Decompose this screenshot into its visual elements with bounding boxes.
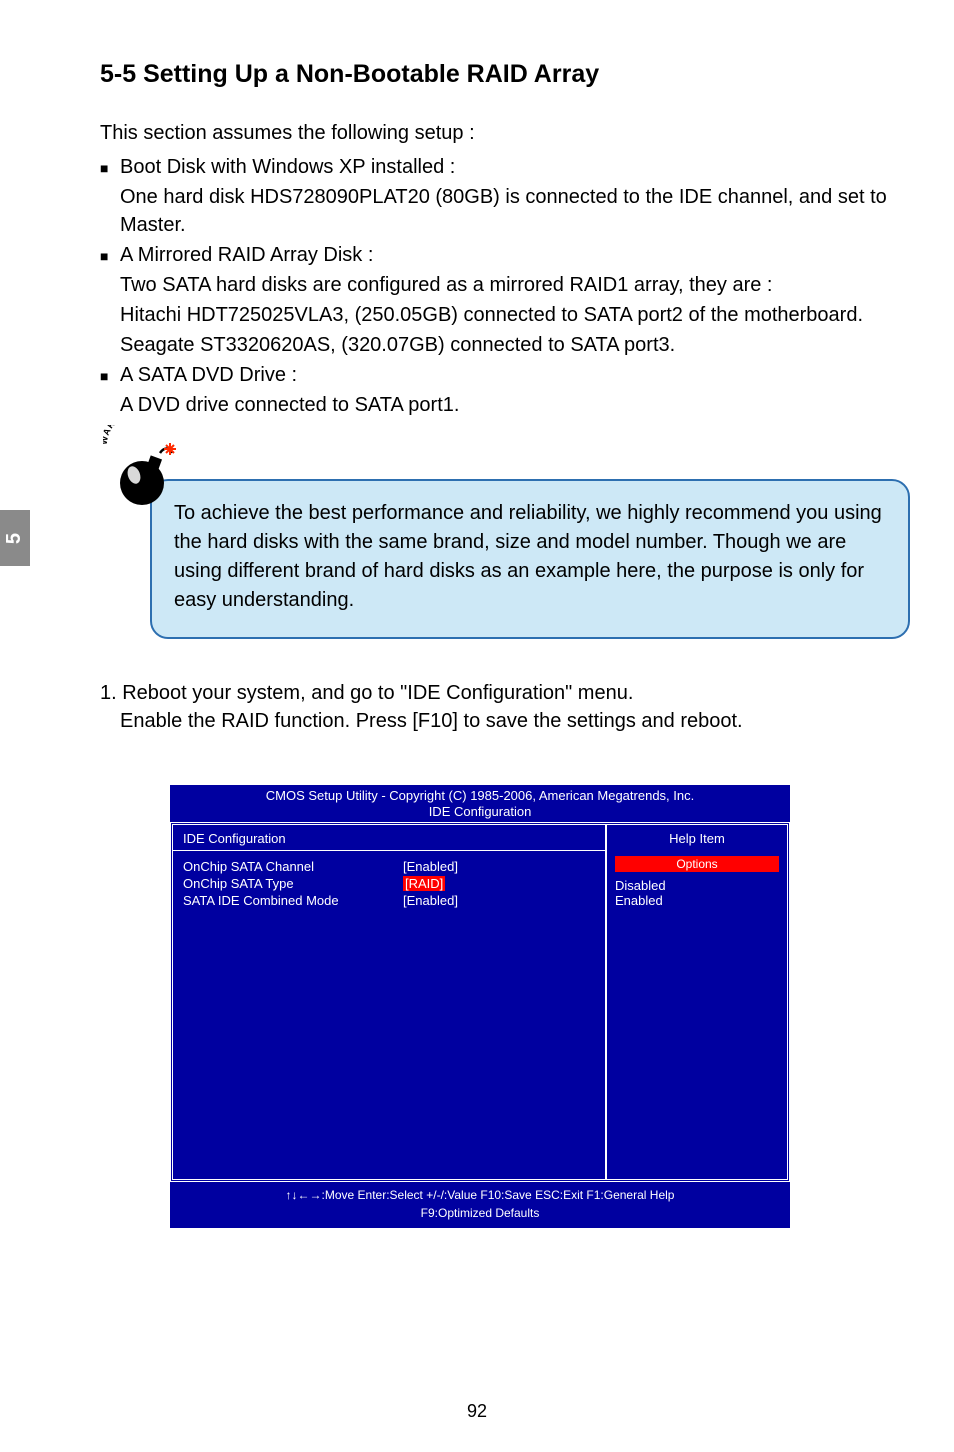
bomb-icon [112, 437, 182, 507]
bullet-line: Seagate ST3320620AS, (320.07GB) connecte… [120, 331, 900, 359]
page-content: 5-5 Setting Up a Non-Bootable RAID Array… [100, 60, 900, 1228]
bullet-line: Two SATA hard disks are configured as a … [120, 271, 900, 299]
bios-footer-line1: ↑↓←→:Move Enter:Select +/-/:Value F10:Sa… [170, 1186, 790, 1204]
bullet-line: A DVD drive connected to SATA port1. [120, 391, 900, 419]
warning-callout: To achieve the best performance and reli… [150, 479, 910, 639]
step-1: 1. Reboot your system, and go to "IDE Co… [100, 679, 900, 707]
bios-divider [173, 850, 605, 851]
bullet-item: ■ A Mirrored RAID Array Disk : [100, 241, 900, 269]
page-number: 92 [0, 1401, 954, 1422]
bios-footer: ↑↓←→:Move Enter:Select +/-/:Value F10:Sa… [170, 1182, 790, 1228]
bios-setting-value-selected: [RAID] [403, 876, 445, 891]
bios-setting-row[interactable]: OnChip SATA Type [RAID] [183, 876, 595, 891]
bullet-head: A SATA DVD Drive : [120, 361, 900, 389]
bullet-line: Hitachi HDT725025VLA3, (250.05GB) connec… [120, 301, 900, 329]
bios-main-box: IDE Configuration OnChip SATA Channel [E… [170, 822, 790, 1182]
bios-setting-value: [Enabled] [403, 893, 458, 908]
bullet-line: One hard disk HDS728090PLAT20 (80GB) is … [120, 183, 900, 239]
section-heading: 5-5 Setting Up a Non-Bootable RAID Array [100, 60, 900, 89]
chapter-number: 5 [4, 532, 27, 543]
bullet-marker: ■ [100, 153, 120, 181]
intro-text: This section assumes the following setup… [100, 119, 900, 147]
chapter-side-tab: 5 [0, 510, 30, 566]
bios-right-panel: Help Item Options Disabled Enabled [607, 825, 787, 1179]
bullet-item: ■ A SATA DVD Drive : [100, 361, 900, 389]
bios-setting-value: [Enabled] [403, 859, 458, 874]
bullet-marker: ■ [100, 241, 120, 269]
bullet-item: ■ Boot Disk with Windows XP installed : [100, 153, 900, 181]
bios-footer-line2: F9:Optimized Defaults [170, 1204, 790, 1222]
bios-help-title: Help Item [615, 831, 779, 846]
bullet-head: Boot Disk with Windows XP installed : [120, 153, 900, 181]
bios-setting-label: SATA IDE Combined Mode [183, 893, 403, 908]
callout-text: To achieve the best performance and reli… [174, 502, 882, 611]
bios-setting-row[interactable]: SATA IDE Combined Mode [Enabled] [183, 893, 595, 908]
bullet-head: A Mirrored RAID Array Disk : [120, 241, 900, 269]
bios-setting-label: OnChip SATA Type [183, 876, 403, 891]
bios-option[interactable]: Disabled [615, 878, 779, 893]
bios-setting-label: OnChip SATA Channel [183, 859, 403, 874]
bullet-marker: ■ [100, 361, 120, 389]
bios-setting-row[interactable]: OnChip SATA Channel [Enabled] [183, 859, 595, 874]
bios-options-header: Options [615, 856, 779, 872]
step-1-body: Enable the RAID function. Press [F10] to… [120, 707, 900, 735]
bios-subtitle: IDE Configuration [170, 804, 790, 822]
bios-panel-header: IDE Configuration [183, 831, 595, 846]
bios-title: CMOS Setup Utility - Copyright (C) 1985-… [170, 785, 790, 804]
bios-left-panel: IDE Configuration OnChip SATA Channel [E… [173, 825, 607, 1179]
bios-option[interactable]: Enabled [615, 893, 779, 908]
bios-screenshot: CMOS Setup Utility - Copyright (C) 1985-… [170, 785, 790, 1228]
